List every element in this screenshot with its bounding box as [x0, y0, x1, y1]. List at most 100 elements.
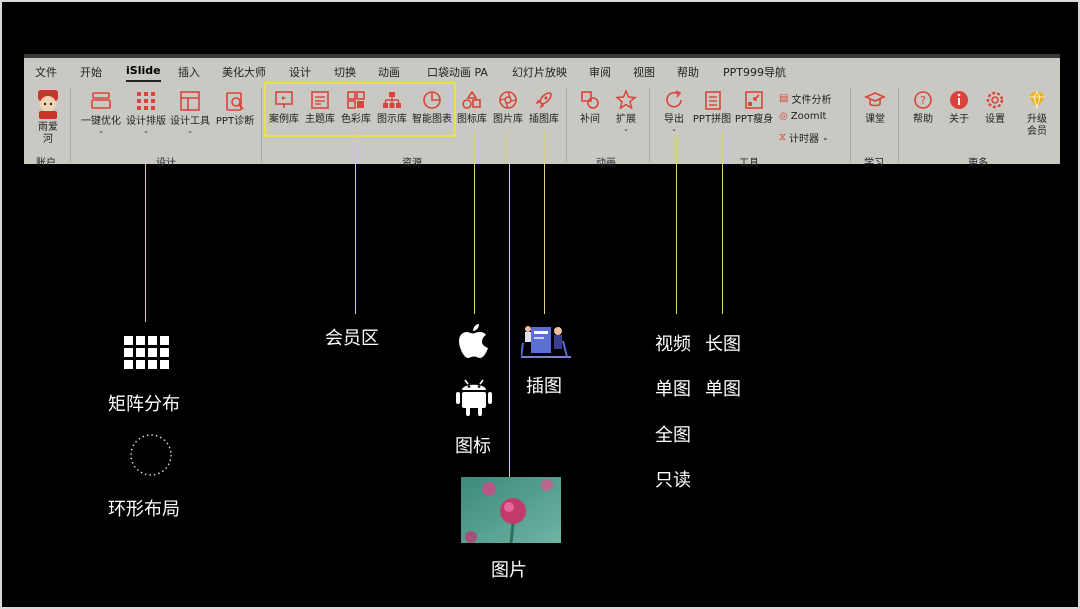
diagrams-label: 图示库	[377, 114, 407, 125]
stitch-icon	[705, 91, 721, 110]
optimize-button[interactable]: 一键优化 ⌄	[78, 89, 124, 135]
tab-beautify[interactable]: 美化大师	[222, 64, 266, 80]
smart-chart-button[interactable]: 智能图表	[410, 89, 454, 126]
icons-button[interactable]: 图标库	[454, 89, 490, 126]
upgrade-button[interactable]: 升级 会员	[1020, 89, 1054, 138]
group-animation: 动画	[596, 158, 616, 169]
illustrations-button[interactable]: 插图库	[526, 89, 562, 126]
separator	[649, 88, 650, 162]
compress-icon	[745, 91, 763, 109]
diagnose-label: PPT诊断	[215, 116, 255, 127]
help-button[interactable]: ? 帮助	[906, 89, 940, 126]
video-label: 视频	[655, 334, 691, 355]
chevron-down-icon: ⌄	[822, 133, 829, 142]
upgrade-label-2: 会员	[1027, 126, 1047, 137]
help-icon: ?	[914, 91, 932, 109]
single-image-label-2: 单图	[705, 379, 741, 400]
diagrams-button[interactable]: 图示库	[374, 89, 410, 126]
leader-line-stitch	[722, 132, 723, 314]
file-analysis-button[interactable]: ▤ 文件分析	[779, 91, 831, 106]
timer-label: 计时器	[789, 134, 820, 145]
images-label: 图片库	[493, 114, 523, 125]
stitch-button[interactable]: PPT拼图	[691, 89, 733, 126]
chevron-down-icon: ⌄	[143, 127, 149, 135]
flower-photo-thumbnail	[461, 477, 561, 543]
about-label: 关于	[949, 114, 969, 125]
tab-slideshow[interactable]: 幻灯片放映	[512, 64, 567, 80]
illustrations-label: 插图库	[529, 114, 559, 125]
timer-button[interactable]: ⧖ 计时器 ⌄	[779, 130, 829, 145]
class-button[interactable]: 课堂	[858, 89, 892, 126]
images-button[interactable]: 图片库	[490, 89, 526, 126]
tab-pocket-anim[interactable]: 口袋动画 PA	[427, 64, 488, 80]
tab-help[interactable]: 帮助	[677, 64, 699, 80]
android-icon	[456, 379, 492, 416]
aperture-icon	[499, 91, 517, 109]
tab-design[interactable]: 设计	[289, 64, 311, 80]
ring-label: 环形布局	[108, 499, 180, 520]
tween-button[interactable]: 补间	[573, 89, 607, 126]
single-image-label-1: 单图	[655, 379, 691, 400]
readonly-label: 只读	[655, 470, 691, 491]
cases-button[interactable]: 案例库	[266, 89, 302, 126]
export-button[interactable]: 导出 ⌄	[657, 89, 691, 133]
ring-layout-icon	[130, 434, 172, 476]
leader-line-member	[355, 134, 356, 314]
refresh-icon	[666, 90, 682, 108]
zoomit-button[interactable]: ◎ ZoomIt	[779, 111, 826, 122]
leader-line-illus	[544, 132, 545, 314]
stitch-label: PPT拼图	[692, 114, 732, 125]
separator	[898, 88, 899, 162]
chevron-down-icon: ⌄	[98, 127, 104, 135]
file-analysis-icon: ▤	[779, 93, 789, 104]
ribbon-tabs: 文件 开始 iSlide 插入 美化大师 设计 切换 动画 口袋动画 PA 幻灯…	[24, 58, 1060, 82]
tab-view[interactable]: 视图	[633, 64, 655, 80]
account-name-2: 河	[43, 134, 53, 145]
gem-icon	[1029, 91, 1045, 110]
tab-animation[interactable]: 动画	[378, 64, 400, 80]
illustration-thumbnail	[521, 326, 571, 358]
cases-label: 案例库	[269, 114, 299, 125]
group-design: 设计	[156, 158, 176, 169]
colors-button[interactable]: 色彩库	[338, 89, 374, 126]
layers-icon	[91, 92, 111, 109]
file-analysis-label: 文件分析	[791, 95, 832, 106]
slim-label: PPT瘦身	[734, 114, 774, 125]
tab-transition[interactable]: 切换	[334, 64, 356, 80]
diagnose-button[interactable]: PPT诊断	[212, 89, 258, 128]
account-button[interactable]: 雨爱 河	[32, 89, 64, 146]
palette-icon	[347, 91, 365, 109]
layout-panel-icon	[180, 91, 200, 111]
slide-frame: 文件 开始 iSlide 插入 美化大师 设计 切换 动画 口袋动画 PA 幻灯…	[0, 0, 1080, 609]
group-tools: 工具	[739, 158, 759, 169]
tab-file[interactable]: 文件	[35, 64, 57, 80]
separator	[261, 88, 262, 162]
leader-line-icons	[474, 132, 475, 314]
themes-button[interactable]: 主题库	[302, 89, 338, 126]
icons-label: 图标库	[457, 114, 487, 125]
settings-label: 设置	[985, 114, 1005, 125]
upgrade-label-1: 升级	[1027, 114, 1047, 125]
separator	[566, 88, 567, 162]
tab-islide[interactable]: iSlide	[126, 64, 161, 82]
tab-review[interactable]: 审阅	[589, 64, 611, 80]
settings-button[interactable]: 设置	[978, 89, 1012, 126]
member-label: 会员区	[325, 328, 379, 349]
picture-label-annotation: 图片	[491, 560, 527, 581]
rocket-icon	[535, 92, 552, 109]
chevron-down-icon: ⌄	[671, 125, 677, 133]
tab-insert[interactable]: 插入	[178, 64, 200, 80]
slim-button[interactable]: PPT瘦身	[733, 89, 775, 126]
extend-button[interactable]: 扩展 ⌄	[609, 89, 643, 133]
layout-button[interactable]: 设计排版 ⌄	[124, 89, 168, 135]
tween-icon	[581, 91, 599, 109]
tab-home[interactable]: 开始	[80, 64, 102, 80]
about-button[interactable]: 关于	[942, 89, 976, 126]
design-tools-button[interactable]: 设计工具 ⌄	[168, 89, 212, 135]
long-image-label: 长图	[705, 334, 741, 355]
tab-ppt999-nav[interactable]: PPT999导航	[723, 64, 786, 80]
gear-icon	[986, 91, 1004, 109]
tween-label: 补间	[580, 114, 600, 125]
apple-icon	[459, 324, 488, 358]
matrix-label: 矩阵分布	[108, 394, 180, 415]
